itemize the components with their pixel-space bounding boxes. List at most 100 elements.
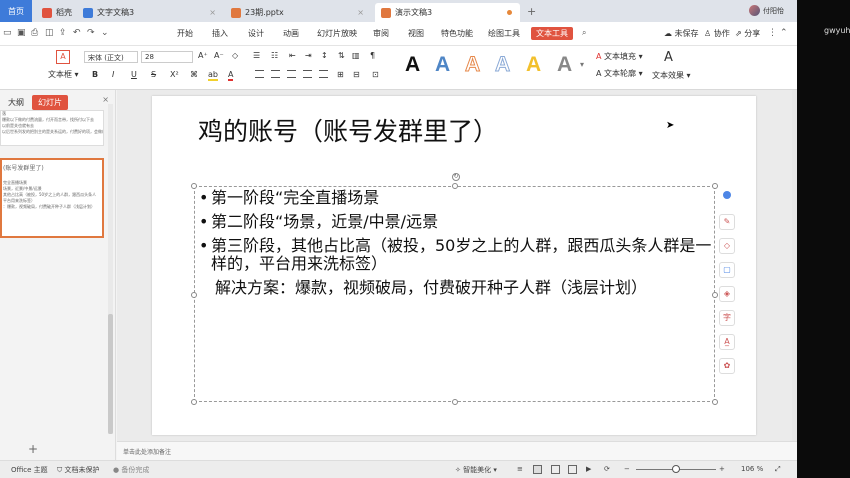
decrease-indent-icon[interactable]: ⇤ bbox=[289, 51, 296, 60]
save-icon[interactable]: ▣ bbox=[17, 28, 26, 38]
resize-handle[interactable] bbox=[712, 183, 718, 189]
smartart-icon[interactable]: ⊟ bbox=[353, 70, 360, 79]
bold-button[interactable]: B bbox=[92, 70, 98, 79]
distribute-icon[interactable] bbox=[319, 70, 328, 80]
redo-icon[interactable]: ↷ bbox=[87, 28, 95, 38]
more-icon[interactable]: ⋮ bbox=[768, 28, 777, 38]
menu-slideshow[interactable]: 幻灯片放映 bbox=[317, 28, 357, 39]
zoom-in-button[interactable]: + bbox=[719, 465, 725, 473]
preview-icon[interactable]: ◫ bbox=[45, 28, 54, 38]
text-direction-icon[interactable]: ⇅ bbox=[338, 51, 345, 60]
frame-icon[interactable]: ▢ bbox=[719, 262, 735, 278]
print-icon[interactable]: ⎙ bbox=[31, 28, 38, 38]
effects-icon[interactable]: ✿ bbox=[719, 358, 735, 374]
align-left-icon[interactable] bbox=[255, 70, 264, 80]
new-tab-button[interactable]: + bbox=[527, 5, 536, 18]
text-style-orange-outline[interactable]: A bbox=[464, 53, 480, 77]
share-button[interactable]: ⇗ 分享 bbox=[735, 28, 760, 39]
menu-start[interactable]: 开始 bbox=[177, 28, 193, 39]
text-style-gray[interactable]: A bbox=[557, 53, 572, 77]
text-style-gold[interactable]: A bbox=[526, 53, 541, 77]
tab-presentation3[interactable]: 演示文稿3 bbox=[375, 3, 520, 22]
tab-home[interactable]: 首页 bbox=[0, 0, 32, 22]
pen-icon[interactable]: ✎ bbox=[719, 214, 735, 230]
resize-handle[interactable] bbox=[712, 292, 718, 298]
tab-writer-doc[interactable]: 文字文稿3 × bbox=[77, 3, 222, 22]
zoom-slider-thumb[interactable] bbox=[672, 465, 680, 473]
font-name-select[interactable]: 宋体 (正文) bbox=[84, 51, 138, 63]
slide-thumbnail-2[interactable]: (账号发群里了) 完全直播场景 场景，近景/中景/远景 其他占比高（被投，50岁… bbox=[0, 158, 104, 238]
underline-button[interactable]: U bbox=[131, 70, 137, 79]
beautify-button[interactable]: ✧ 智能美化 ▾ bbox=[455, 465, 497, 475]
align-right-icon[interactable] bbox=[287, 70, 296, 80]
sync-icon[interactable]: ⟳ bbox=[604, 465, 610, 473]
menu-animation[interactable]: 动画 bbox=[283, 28, 299, 39]
slide-thumbnail-1[interactable]: 落 爆款以下做的付费流量，付开而言带，找所付以下去 以前是关也就有去 以后世系列… bbox=[0, 110, 104, 146]
highlight-icon[interactable]: ab bbox=[208, 70, 218, 81]
resize-handle[interactable] bbox=[712, 399, 718, 405]
sorter-view-icon[interactable] bbox=[551, 465, 560, 474]
bullet-list-icon[interactable]: ☰ bbox=[253, 51, 260, 60]
align-center-icon[interactable] bbox=[271, 70, 280, 80]
document-protect[interactable]: ⛉ 文档未保护 bbox=[57, 465, 99, 475]
menu-design[interactable]: 设计 bbox=[248, 28, 264, 39]
menu-drawing-tools[interactable]: 绘图工具 bbox=[488, 28, 520, 39]
search-icon[interactable]: ⌕ bbox=[582, 28, 586, 38]
text-fill-button[interactable]: A 文本填充 ▾ bbox=[596, 51, 643, 62]
italic-button[interactable]: I bbox=[112, 70, 114, 79]
strikethrough-button[interactable]: S bbox=[151, 70, 156, 79]
text-box-settings-icon[interactable]: ⊡ bbox=[372, 70, 379, 79]
resize-handle[interactable] bbox=[191, 399, 197, 405]
zoom-out-button[interactable]: − bbox=[624, 465, 630, 473]
align-text-icon[interactable]: ⊞ bbox=[337, 70, 344, 79]
close-icon[interactable]: × bbox=[357, 8, 364, 17]
text-outline-button[interactable]: A 文本轮廓 ▾ bbox=[596, 68, 643, 79]
zoom-level[interactable]: 106 % bbox=[741, 465, 763, 473]
slideshow-icon[interactable]: ▶ bbox=[586, 465, 591, 473]
normal-view-icon[interactable] bbox=[533, 465, 542, 474]
shape-fill-icon[interactable]: ◇ bbox=[719, 238, 735, 254]
line-spacing-icon[interactable]: ↕ bbox=[321, 51, 328, 60]
font-color-icon[interactable]: A bbox=[228, 70, 234, 81]
menu-insert[interactable]: 插入 bbox=[212, 28, 228, 39]
text-effect-icon[interactable]: A bbox=[664, 50, 673, 65]
backup-status[interactable]: ● 备份完成 bbox=[113, 465, 149, 475]
slide-title[interactable]: 鸡的账号（账号发群里了） bbox=[198, 112, 498, 148]
textbox-icon[interactable]: A bbox=[56, 50, 70, 64]
case-icon[interactable]: ⌘ bbox=[190, 70, 198, 79]
close-icon[interactable]: × bbox=[102, 95, 109, 104]
tab-docer[interactable]: 稻壳 bbox=[36, 3, 78, 22]
panel-scrollbar[interactable] bbox=[108, 104, 113, 434]
export-icon[interactable]: ⇪ bbox=[59, 28, 67, 38]
text-style-blue-outline[interactable]: A bbox=[494, 53, 510, 77]
text-style-black[interactable]: A bbox=[405, 53, 420, 77]
collab-button[interactable]: ♙ 协作 bbox=[704, 28, 730, 39]
reading-view-icon[interactable] bbox=[568, 465, 577, 474]
account-menu[interactable]: 付阳怡 bbox=[749, 5, 784, 16]
menu-features[interactable]: 特色功能 bbox=[441, 28, 473, 39]
add-slide-button[interactable]: + bbox=[28, 442, 38, 456]
unsaved-button[interactable]: ☁ 未保存 bbox=[664, 28, 699, 39]
notes-area[interactable]: 单击此处添加备注 bbox=[117, 441, 797, 460]
rotate-handle[interactable]: ↻ bbox=[452, 173, 460, 181]
fit-window-icon[interactable]: ⤢ bbox=[775, 465, 781, 474]
grow-font-icon[interactable]: A⁺ bbox=[198, 51, 208, 60]
text-style-blue[interactable]: A bbox=[435, 53, 450, 77]
folder-icon[interactable]: ▭ bbox=[3, 28, 12, 38]
menu-text-tools[interactable]: 文本工具 bbox=[531, 27, 573, 40]
resize-handle[interactable] bbox=[191, 292, 197, 298]
shrink-font-icon[interactable]: A⁻ bbox=[214, 51, 224, 60]
justify-icon[interactable] bbox=[303, 70, 312, 80]
superscript-button[interactable]: X² bbox=[170, 70, 179, 79]
tab-slides[interactable]: 幻灯片 bbox=[32, 95, 68, 110]
font-size-select[interactable]: 28 bbox=[141, 51, 193, 63]
tab-pptx-23[interactable]: 23期.pptx × bbox=[225, 3, 370, 22]
tab-outline[interactable]: 大纲 bbox=[2, 95, 30, 110]
clear-format-icon[interactable]: ◇ bbox=[232, 51, 238, 60]
styles-more-icon[interactable]: ▾ bbox=[580, 60, 584, 69]
content-textbox[interactable]: ↻ 第一阶段“完全直播场景 第二阶段“场景，近景/中景/远景 第三阶段，其他占比… bbox=[191, 173, 718, 405]
notes-toggle-icon[interactable]: ≡ bbox=[517, 465, 523, 473]
scrollbar-thumb[interactable] bbox=[108, 314, 113, 434]
increase-indent-icon[interactable]: ⇥ bbox=[305, 51, 312, 60]
slide[interactable]: 鸡的账号（账号发群里了） ➤ ↻ 第一阶段“完全直播场景 第二阶段“场景，近景/… bbox=[152, 96, 756, 435]
